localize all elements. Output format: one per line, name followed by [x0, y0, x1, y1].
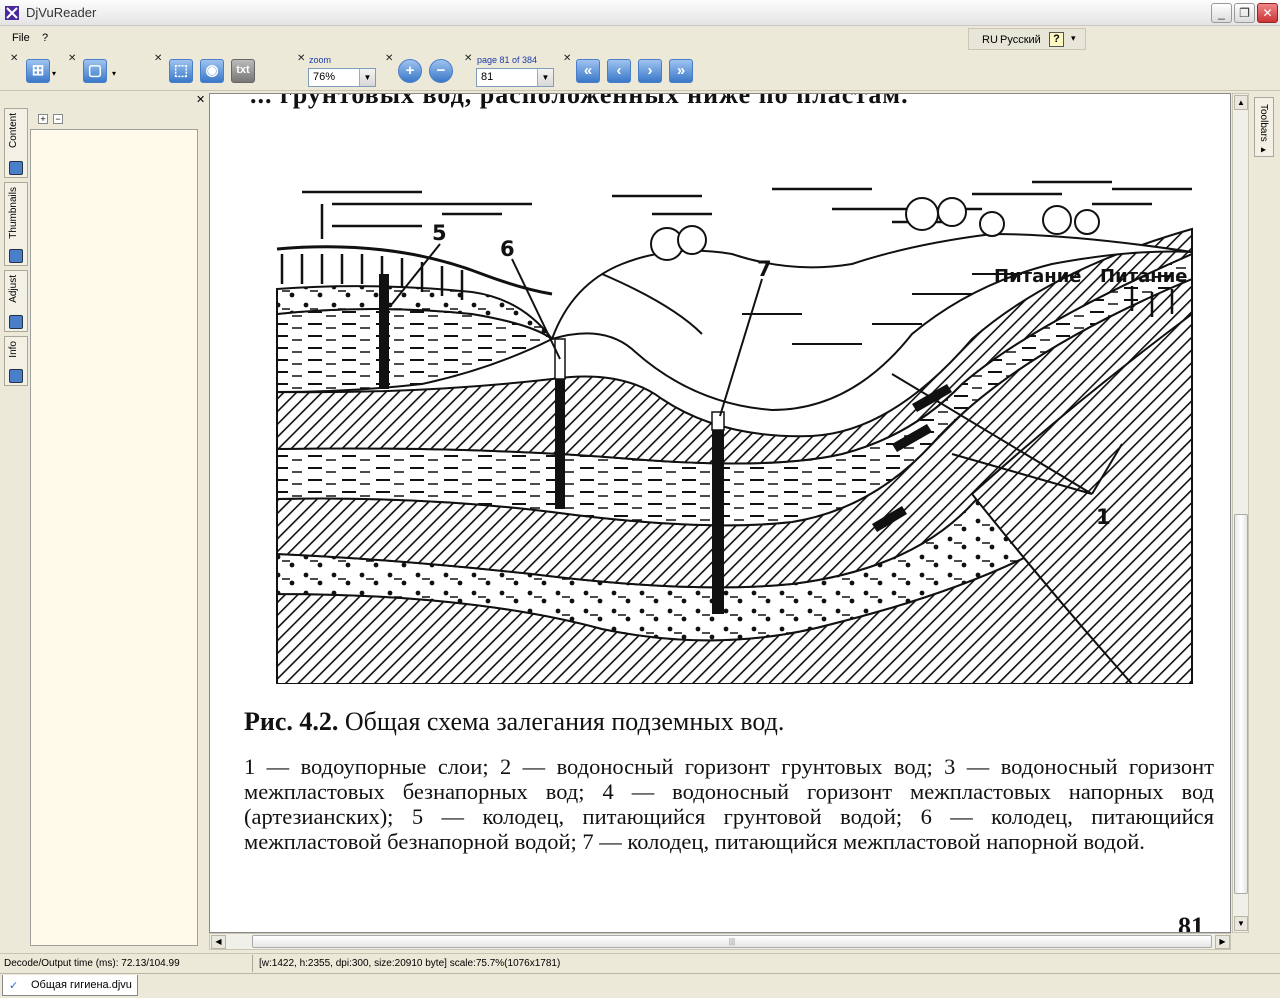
- document-tabs: ✓ Общая гигиена.djvu: [0, 973, 1280, 998]
- previous-page-button[interactable]: ‹: [607, 59, 631, 83]
- toolbar-close-icon[interactable]: ✕: [68, 54, 76, 88]
- app-icon: [5, 6, 19, 20]
- scroll-right-icon[interactable]: ▶: [1215, 935, 1230, 949]
- status-bar: Decode/Output time (ms): 72.13/104.99 [w…: [0, 953, 1280, 973]
- chevron-down-icon[interactable]: ▼: [537, 69, 553, 86]
- caption-number: Рис. 4.2.: [244, 707, 339, 736]
- right-toolbar-panel: Toolbars ▸: [1251, 93, 1278, 948]
- first-page-button[interactable]: «: [576, 59, 600, 83]
- language-name: Русский: [1000, 34, 1041, 46]
- chevron-down-icon[interactable]: ▼: [359, 69, 375, 86]
- scroll-up-icon[interactable]: ▲: [1234, 95, 1248, 110]
- page-value: 81: [481, 71, 494, 83]
- collapse-all-button[interactable]: −: [53, 114, 63, 124]
- tab-info-label: Info: [8, 341, 19, 358]
- tree-controls: + −: [38, 114, 68, 125]
- label-recharge-2: Питание: [1100, 266, 1188, 287]
- adjust-icon: [9, 315, 23, 329]
- vertical-scrollbar[interactable]: ▲ ▼: [1232, 93, 1249, 933]
- well-7: [712, 414, 724, 614]
- document-tab-name: Общая гигиена.djvu: [31, 979, 132, 991]
- document-tab[interactable]: ✓ Общая гигиена.djvu: [2, 975, 138, 996]
- language-indicator[interactable]: RU Русский ? ▾: [968, 28, 1086, 50]
- figure-caption: Рис. 4.2. Общая схема залегания подземны…: [244, 707, 784, 737]
- label-well-5: 5: [432, 221, 447, 245]
- scroll-down-icon[interactable]: ▼: [1234, 916, 1248, 931]
- page-info: [w:1422, h:2355, dpi:300, size:20910 byt…: [252, 955, 560, 972]
- label-recharge-1: Питание: [994, 266, 1082, 287]
- menu-file[interactable]: File: [12, 32, 30, 44]
- toolbar-close-icon[interactable]: ✕: [154, 54, 162, 88]
- image-button[interactable]: ◉: [200, 59, 224, 83]
- info-icon: [9, 369, 23, 383]
- well-5: [379, 274, 389, 389]
- zoom-label: zoom: [309, 55, 332, 65]
- figure-legend: 1 — водоупорные слои; 2 — водоносный гор…: [244, 754, 1214, 854]
- chevron-down-icon[interactable]: ▾: [1071, 33, 1076, 44]
- toolbars-tab[interactable]: Toolbars ▸: [1254, 97, 1274, 157]
- zoom-out-button[interactable]: −: [429, 59, 453, 83]
- layout-button[interactable]: ⊞: [26, 59, 50, 83]
- vertical-scroll-thumb[interactable]: [1234, 514, 1248, 894]
- label-well-7: 7: [757, 257, 772, 281]
- horizontal-scroll-thumb[interactable]: |||: [252, 935, 1212, 948]
- zoom-select[interactable]: 76% ▼: [308, 68, 376, 87]
- toolbar: ✕ ⊞ ▾ ✕ ▢ ▾ ✕ ⬚ ◉ txt ✕ zoom 76% ▼ ✕ + −…: [0, 51, 1280, 91]
- tab-content-label: Content: [8, 113, 19, 149]
- tab-thumbnails-label: Thumbnails: [8, 187, 19, 239]
- window-title: DjVuReader: [26, 5, 97, 20]
- document-page: ... грунтовых вод, расположенных ниже по…: [210, 93, 1230, 933]
- next-page-button[interactable]: ›: [638, 59, 662, 83]
- title-bar: DjVuReader _ ❐ ✕: [0, 0, 1280, 26]
- zoom-value: 76%: [313, 71, 336, 83]
- scroll-left-icon[interactable]: ◀: [211, 935, 226, 949]
- toolbars-tab-label: Toolbars ▸: [1258, 104, 1269, 156]
- side-tabs: Content Thumbnails Adjust Info: [4, 108, 28, 388]
- toolbar-close-icon[interactable]: ✕: [10, 54, 18, 88]
- page-view-button[interactable]: ▢: [83, 59, 107, 83]
- toolbar-close-icon[interactable]: ✕: [385, 54, 393, 88]
- groundwater-figure: 5 6 7 2 3 4 1 Питание Питание: [276, 180, 1193, 684]
- decode-time: Decode/Output time (ms): 72.13/104.99: [4, 958, 180, 969]
- page-number: 81: [1178, 912, 1204, 933]
- page-label: page 81 of 384: [477, 55, 538, 65]
- chevron-down-icon[interactable]: ▾: [52, 69, 56, 78]
- toolbar-close-icon[interactable]: ✕: [297, 54, 305, 88]
- thumbnails-icon: [9, 249, 23, 263]
- content-icon: [9, 161, 23, 175]
- horizontal-scrollbar[interactable]: ◀ ||| ▶: [209, 933, 1231, 950]
- tab-adjust-label: Adjust: [8, 275, 19, 303]
- page-select[interactable]: 81 ▼: [476, 68, 554, 87]
- panel-close-icon[interactable]: ✕: [196, 93, 205, 106]
- tab-info[interactable]: Info: [4, 336, 28, 386]
- toolbar-close-icon[interactable]: ✕: [563, 54, 571, 88]
- help-icon[interactable]: ?: [1049, 32, 1064, 47]
- toolbar-close-icon[interactable]: ✕: [464, 54, 472, 88]
- close-button[interactable]: ✕: [1257, 3, 1278, 23]
- tab-thumbnails[interactable]: Thumbnails: [4, 182, 28, 266]
- check-icon: ✓: [9, 980, 19, 992]
- caption-title: Общая схема залегания подземных вод.: [338, 707, 785, 736]
- expand-all-button[interactable]: +: [38, 114, 48, 124]
- text-button[interactable]: txt: [231, 59, 255, 83]
- select-region-button[interactable]: ⬚: [169, 59, 193, 83]
- maximize-button[interactable]: ❐: [1234, 3, 1255, 23]
- document-viewer[interactable]: ... грунтовых вод, расположенных ниже по…: [209, 93, 1231, 933]
- language-code: RU: [982, 34, 998, 46]
- zoom-in-button[interactable]: +: [398, 59, 422, 83]
- contents-tree[interactable]: [30, 129, 198, 946]
- last-page-button[interactable]: »: [669, 59, 693, 83]
- tab-adjust[interactable]: Adjust: [4, 270, 28, 332]
- minimize-button[interactable]: _: [1211, 3, 1232, 23]
- menu-bar: File ?: [0, 27, 1280, 49]
- cut-off-text: ... грунтовых вод, расположенных ниже по…: [250, 93, 909, 109]
- chevron-down-icon[interactable]: ▾: [112, 69, 116, 78]
- label-impermeable-1: 1: [1096, 505, 1111, 529]
- label-well-6: 6: [500, 237, 515, 261]
- menu-help[interactable]: ?: [42, 32, 48, 44]
- tab-content[interactable]: Content: [4, 108, 28, 178]
